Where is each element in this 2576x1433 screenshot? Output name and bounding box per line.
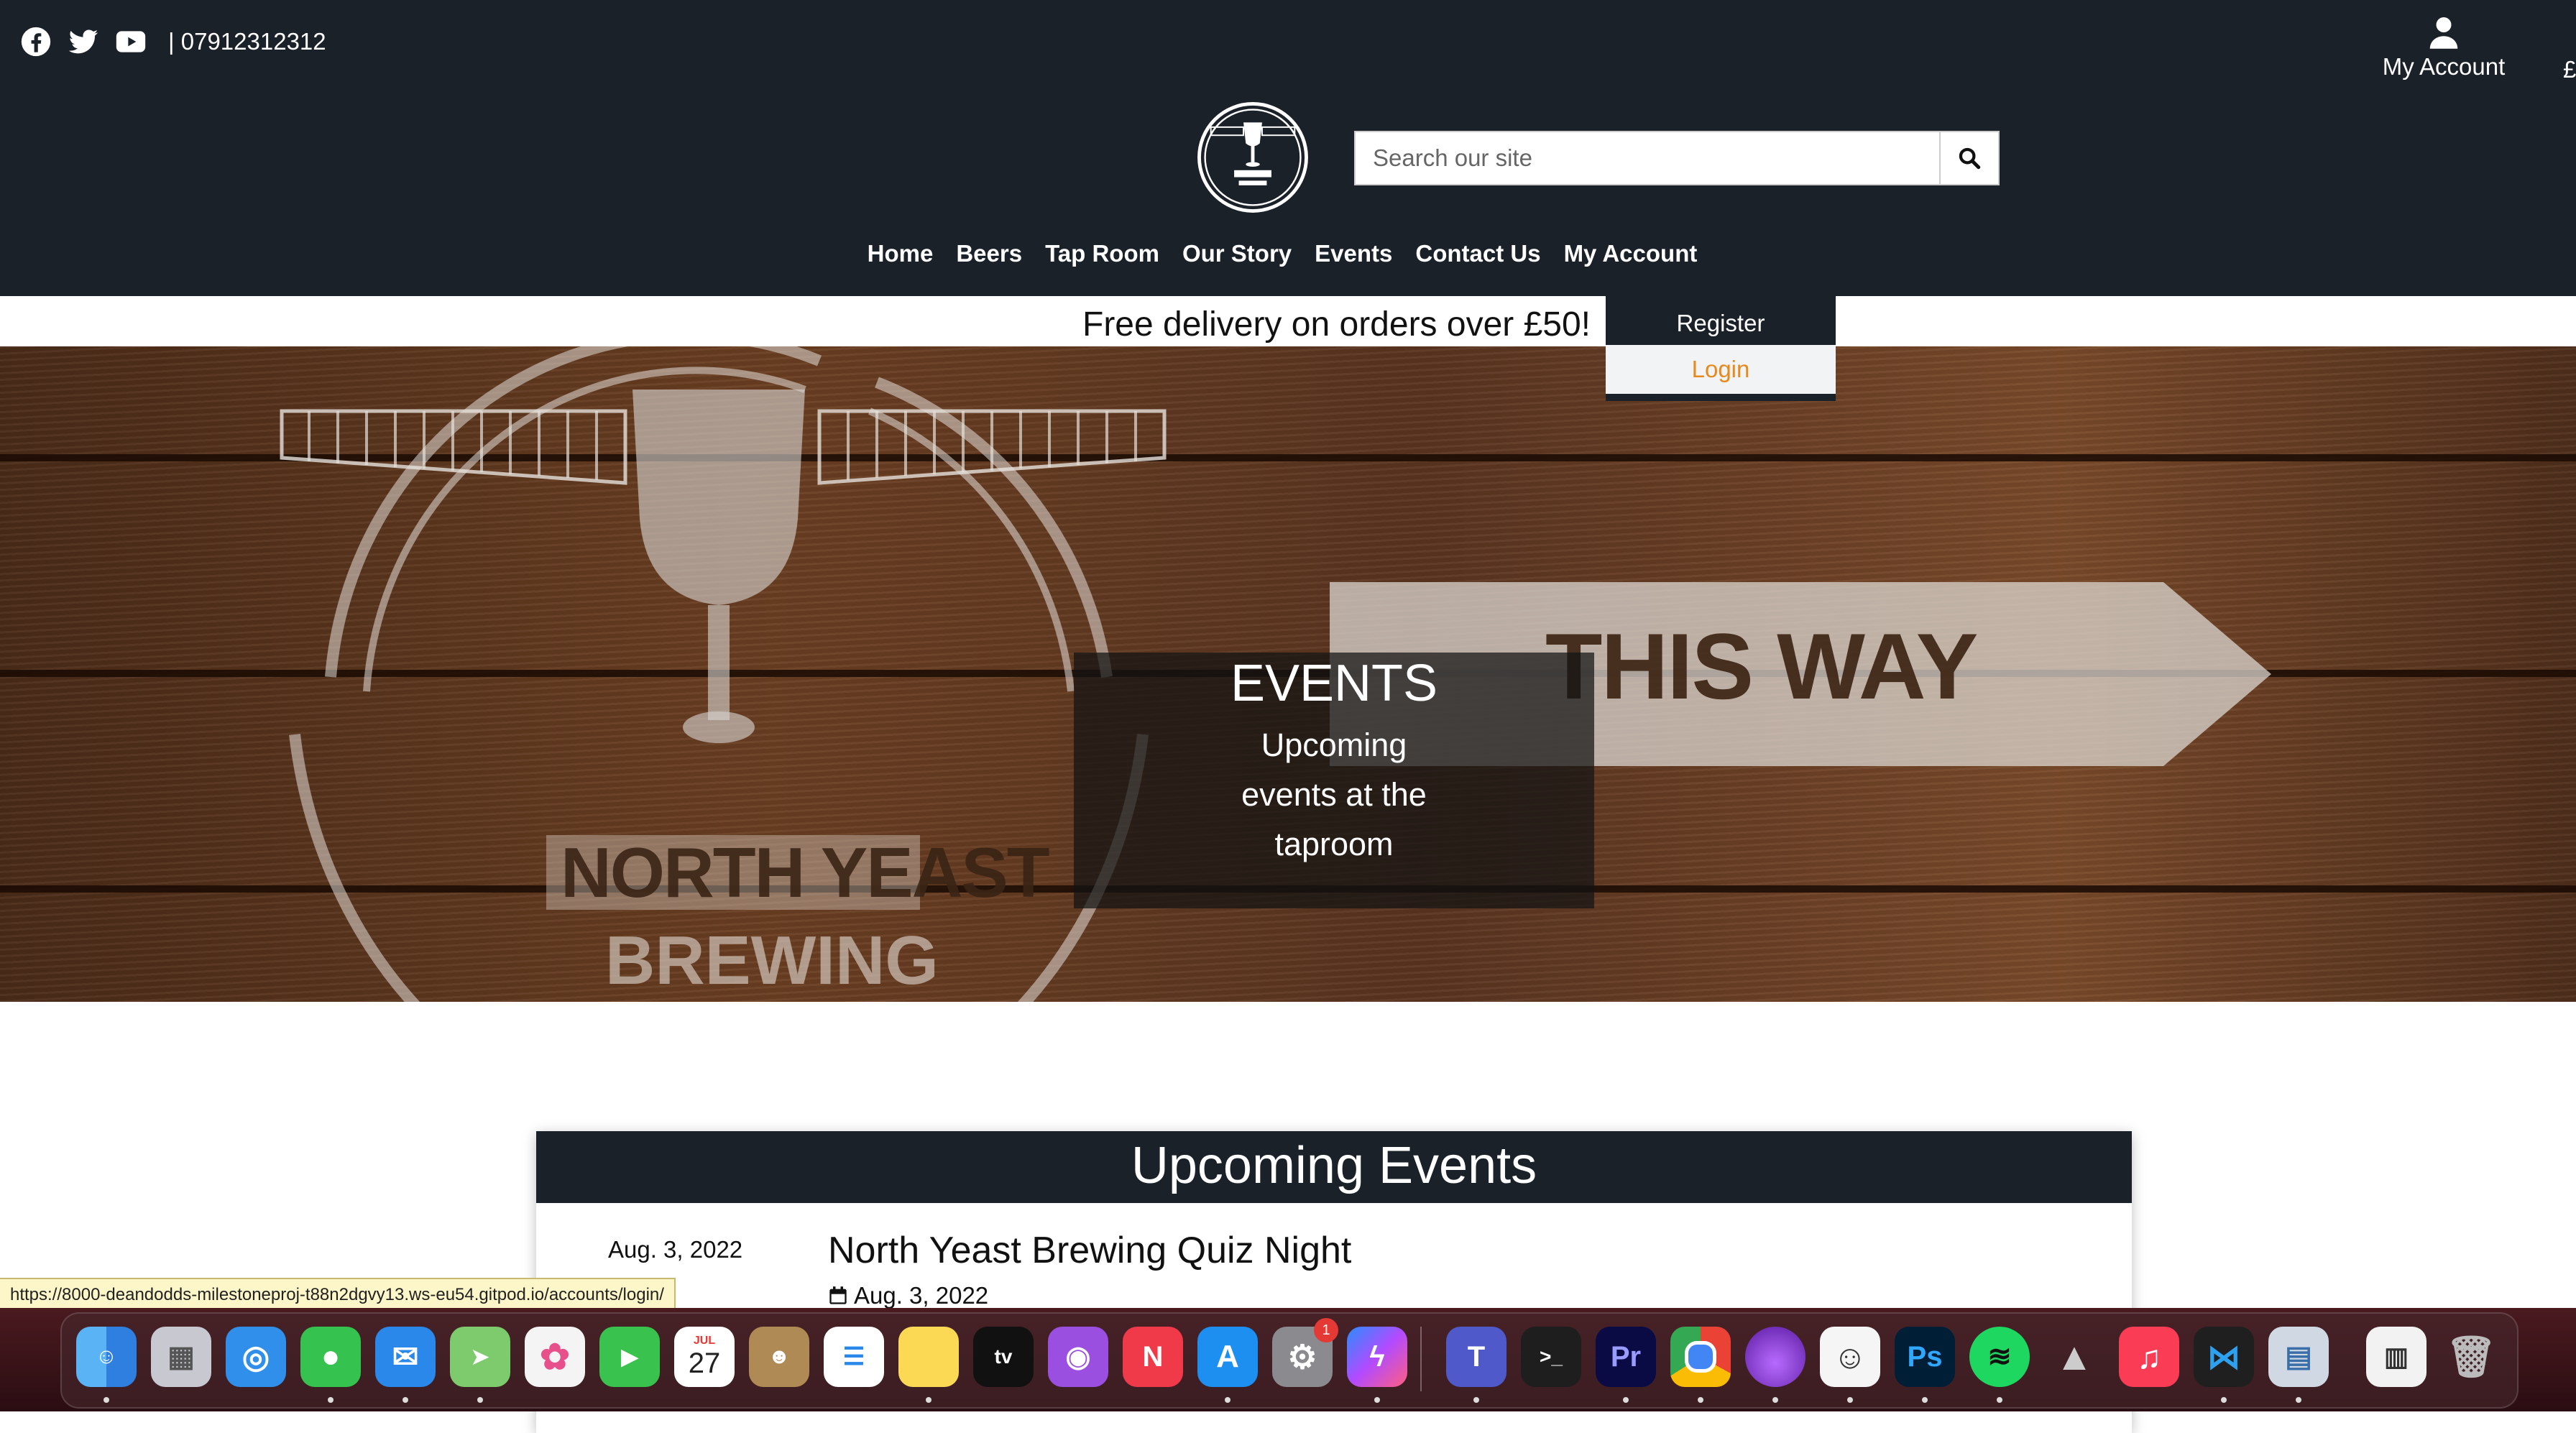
premiere-running-dot: [1623, 1397, 1629, 1403]
tor-running-dot: [1772, 1397, 1778, 1403]
premiere-pro-icon[interactable]: Pr: [1596, 1327, 1656, 1387]
safari-icon[interactable]: ◎: [226, 1327, 286, 1387]
nav-contact-us[interactable]: Contact Us: [1404, 240, 1552, 267]
chrome-running-dot: [1698, 1397, 1703, 1403]
sign-text: THIS WAY: [1545, 614, 1978, 719]
account-label: My Account: [2382, 53, 2506, 80]
messages-icon[interactable]: ●: [300, 1327, 361, 1387]
site-header: | 07912312312 My Account £ Home Beers Ta…: [0, 0, 2576, 296]
contacts-icon[interactable]: ☻: [749, 1327, 809, 1387]
photoshop-icon[interactable]: Ps: [1895, 1327, 1955, 1387]
macos-dock: ☺ ▦ ◎ ● ✉ ➤ ✿ ▶ JUL 27 ☻ ☰ ▭ tv ◉ N A ⚙ …: [60, 1312, 2518, 1409]
hero-subtitle: Upcoming events at the taproom: [1241, 727, 1427, 862]
maps-icon[interactable]: ➤: [450, 1327, 510, 1387]
podcasts-icon[interactable]: ◉: [1048, 1327, 1108, 1387]
news-icon[interactable]: N: [1123, 1327, 1183, 1387]
youtube-icon[interactable]: [115, 26, 147, 57]
upcoming-events-heading: Upcoming Events: [536, 1131, 2132, 1203]
nav-our-story[interactable]: Our Story: [1171, 240, 1303, 267]
vscode-icon[interactable]: ⋈: [2194, 1327, 2254, 1387]
header-account-link[interactable]: My Account: [2372, 16, 2516, 80]
social-links: | 07912312312: [20, 26, 326, 57]
hero-title: EVENTS: [1230, 655, 1438, 712]
chrome-icon[interactable]: [1670, 1327, 1731, 1387]
search-icon: [1959, 147, 1981, 170]
hero-caption: EVENTS Upcoming events at the taproom: [1074, 653, 1594, 908]
logo-text-brewing: BREWING: [605, 922, 939, 999]
tor-browser-icon[interactable]: [1745, 1327, 1806, 1387]
kap-icon[interactable]: ☺: [1820, 1327, 1880, 1387]
teams-running-dot: [1473, 1397, 1479, 1403]
vscode-running-dot: [2221, 1397, 2227, 1403]
messenger-running-dot: [1374, 1397, 1380, 1403]
spotify-running-dot: [1997, 1397, 2002, 1403]
search-input[interactable]: [1356, 132, 1942, 184]
trash-icon[interactable]: 🗑: [2441, 1327, 2501, 1387]
facetime-icon[interactable]: ▶: [599, 1327, 660, 1387]
mail-icon[interactable]: ✉: [375, 1327, 436, 1387]
dock-separator: [1420, 1327, 1422, 1391]
event-date-detail: Aug. 3, 2022: [854, 1282, 989, 1309]
event-title[interactable]: North Yeast Brewing Quiz Night: [828, 1229, 1351, 1272]
nav-events[interactable]: Events: [1303, 240, 1404, 267]
site-search: [1354, 131, 2000, 185]
account-dropdown: Register Login: [1606, 296, 1836, 401]
photoshop-running-dot: [1922, 1397, 1928, 1403]
register-link[interactable]: Register: [1606, 299, 1836, 348]
teams-icon[interactable]: T: [1446, 1327, 1506, 1387]
kap-running-dot: [1847, 1397, 1853, 1403]
notes-running-dot: [926, 1397, 932, 1403]
system-preferences-badge: 1: [1314, 1318, 1338, 1342]
terminal-icon[interactable]: >_: [1521, 1327, 1581, 1387]
user-icon: [2429, 17, 2458, 49]
nav-my-account[interactable]: My Account: [1552, 240, 1709, 267]
delivery-banner: Free delivery on orders over £50!: [0, 296, 2576, 346]
calendar-day: 27: [688, 1347, 721, 1379]
calendar-icon: [829, 1286, 847, 1304]
delivery-banner-text: Free delivery on orders over £50!: [1082, 305, 1591, 344]
preview-running-dot: [2296, 1397, 2301, 1403]
nav-beers[interactable]: Beers: [944, 240, 1034, 267]
chrome-center: [1685, 1341, 1716, 1373]
notes-icon[interactable]: ▭: [898, 1327, 959, 1387]
app-store-running-dot: [1225, 1397, 1230, 1403]
events-hero: THIS WAY NORTH YEAST BREWING EVENTS Upco…: [0, 346, 2576, 1002]
spotify-icon[interactable]: ≋: [1969, 1327, 2030, 1387]
calendar-app-icon[interactable]: JUL 27: [674, 1327, 735, 1387]
twitter-icon[interactable]: [68, 26, 99, 57]
main-nav: Home Beers Tap Room Our Story Events Con…: [0, 240, 2570, 267]
site-logo[interactable]: [1195, 99, 1311, 216]
apple-tv-icon[interactable]: tv: [973, 1327, 1034, 1387]
photos-icon[interactable]: ✿: [525, 1327, 585, 1387]
nav-tap-room[interactable]: Tap Room: [1034, 240, 1171, 267]
reminders-icon[interactable]: ☰: [824, 1327, 884, 1387]
messages-running-dot: [328, 1397, 334, 1403]
finder-running-dot: [104, 1397, 109, 1403]
calendar-month: JUL: [693, 1335, 716, 1347]
mail-running-dot: [402, 1397, 408, 1403]
login-link[interactable]: Login: [1606, 345, 1836, 394]
finder-icon[interactable]: ☺: [76, 1327, 137, 1387]
screens-icon[interactable]: ▥: [2366, 1327, 2426, 1387]
maps-running-dot: [477, 1397, 483, 1403]
event-date-line: Aug. 3, 2022: [828, 1282, 988, 1309]
bag-total[interactable]: £: [2563, 56, 2576, 83]
launchpad-icon[interactable]: ▦: [151, 1327, 211, 1387]
nav-home[interactable]: Home: [856, 240, 945, 267]
facebook-icon[interactable]: [20, 26, 52, 57]
music-icon[interactable]: ♫: [2119, 1327, 2179, 1387]
preview-icon[interactable]: ▤: [2268, 1327, 2329, 1387]
search-button[interactable]: [1939, 132, 1998, 184]
messenger-icon[interactable]: ϟ: [1347, 1327, 1407, 1387]
rocket-icon[interactable]: ▲: [2044, 1327, 2104, 1387]
logo-text-north-yeast: NORTH YEAST: [561, 833, 1050, 912]
app-store-icon[interactable]: A: [1197, 1327, 1258, 1387]
phone-number: | 07912312312: [168, 28, 326, 55]
event-date: Aug. 3, 2022: [608, 1236, 743, 1263]
